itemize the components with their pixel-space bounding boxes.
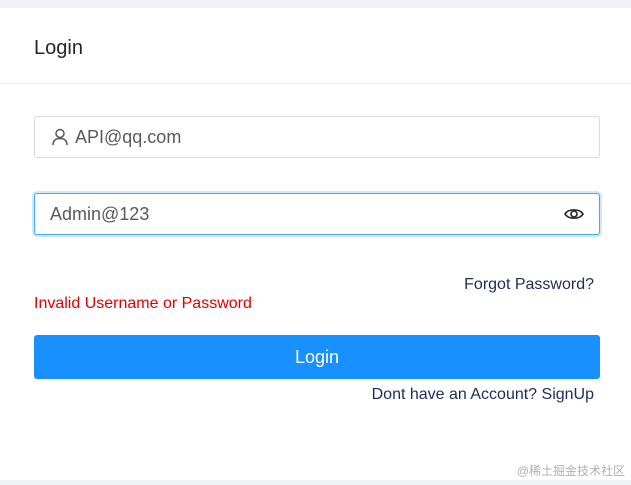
username-field[interactable] (34, 116, 600, 158)
login-button[interactable]: Login (34, 335, 600, 379)
username-input[interactable] (75, 117, 575, 157)
login-card: Login Forgot Password? Invalid Username … (0, 8, 631, 480)
password-field[interactable] (34, 193, 600, 235)
eye-icon[interactable] (564, 206, 584, 222)
forgot-password-link[interactable]: Forgot Password? (464, 276, 594, 294)
watermark: @稀土掘金技术社区 (516, 464, 625, 478)
password-input[interactable] (50, 194, 550, 234)
user-icon (52, 128, 68, 146)
signup-link[interactable]: Dont have an Account? SignUp (372, 386, 594, 404)
page-title: Login (34, 37, 83, 59)
error-message: Invalid Username or Password (34, 295, 252, 312)
card-header: Login (0, 8, 631, 84)
